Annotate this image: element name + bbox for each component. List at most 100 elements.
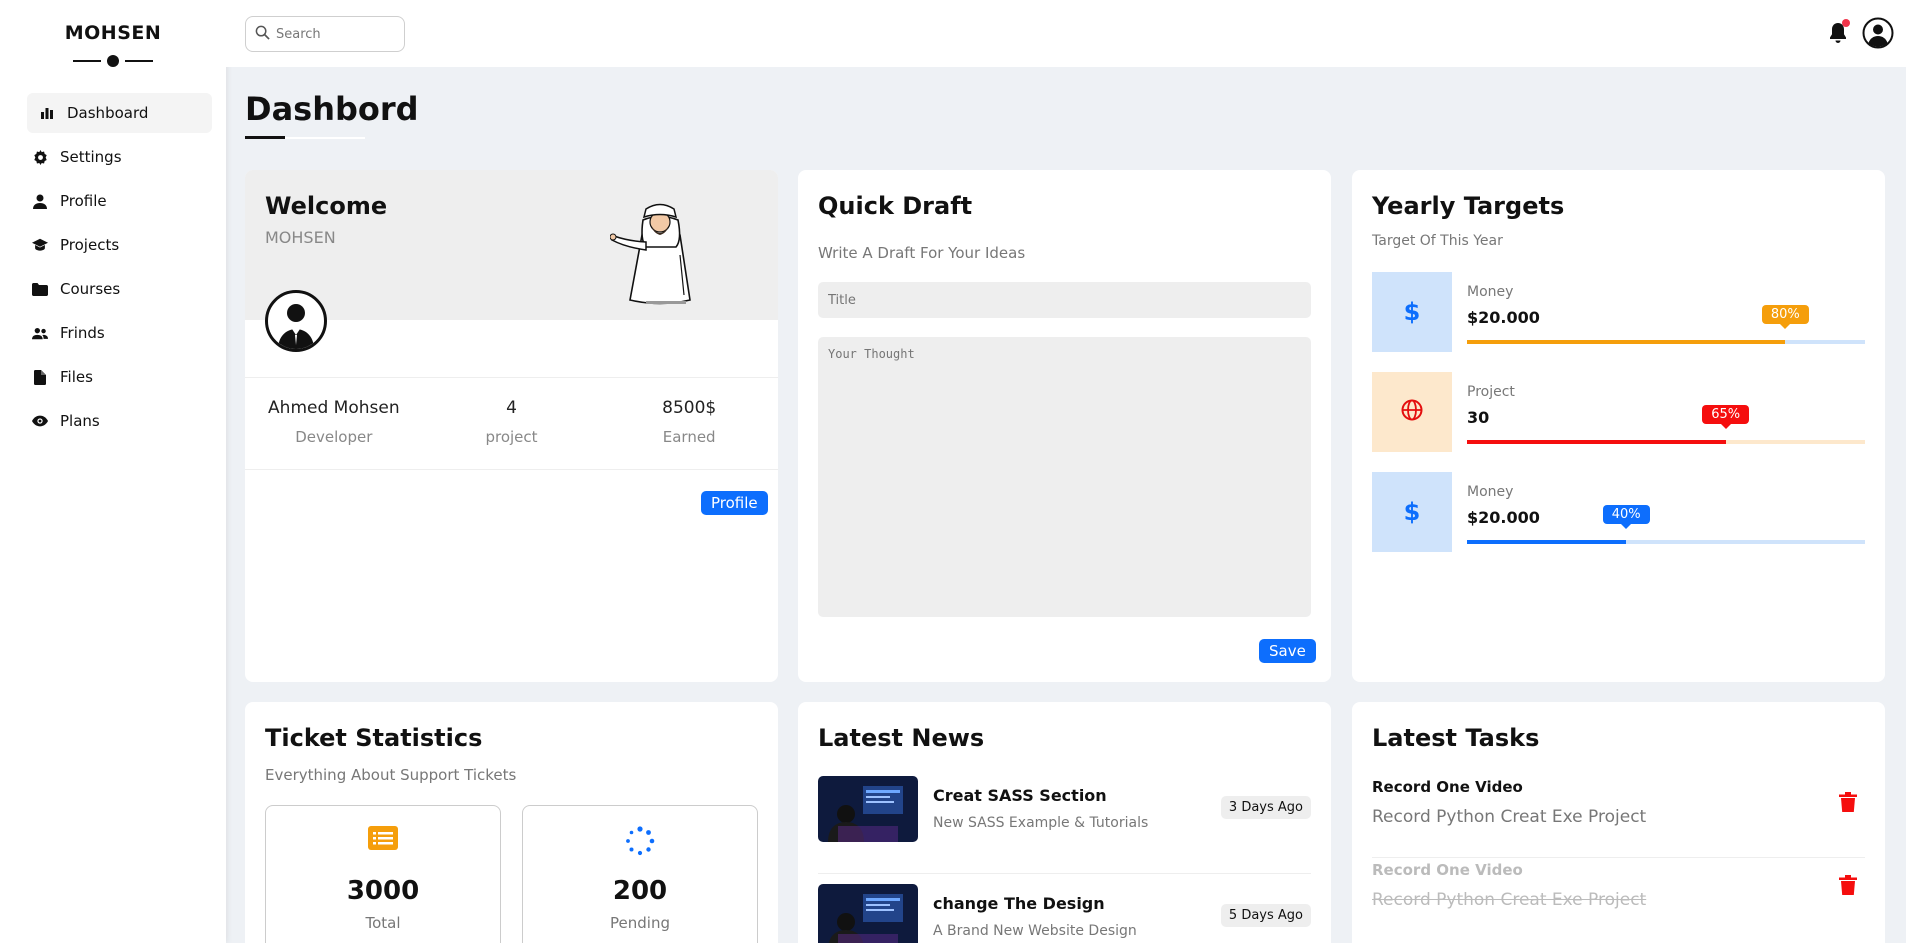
- sidebar-item-profile[interactable]: Profile: [22, 181, 212, 221]
- target-row: Project 30 65%: [1372, 372, 1865, 452]
- target-progress-fill: [1467, 440, 1726, 444]
- ticket-total-label: Total: [365, 914, 401, 932]
- target-row: $ Money $20.000 80%: [1372, 272, 1865, 352]
- trash-icon[interactable]: [1839, 792, 1857, 812]
- badge-pointer: [1621, 524, 1632, 529]
- target-progress-track: [1467, 440, 1865, 444]
- news-thumbnail: [818, 776, 918, 842]
- title-underline: [245, 136, 365, 139]
- news-item[interactable]: change The Design A Brand New Website De…: [818, 884, 1311, 943]
- stat-label: Developer: [295, 428, 373, 446]
- eye-icon: [32, 413, 48, 429]
- ticket-pending-value: 200: [612, 876, 668, 906]
- user-icon: [32, 193, 48, 209]
- stat-value: Ahmed Mohsen: [268, 398, 400, 418]
- news-thumbnail: [818, 884, 918, 943]
- sidebar-item-dashboard[interactable]: Dashboard: [27, 93, 212, 133]
- folder-icon: [32, 281, 48, 297]
- news-item-desc: New SASS Example & Tutorials: [933, 815, 1149, 831]
- search-input[interactable]: [276, 26, 396, 42]
- stat-label: Earned: [662, 428, 716, 446]
- dollar-icon: $: [1403, 298, 1421, 326]
- target-percent-badge: 40%: [1602, 505, 1650, 529]
- ticket-pending-box: 200 Pending: [522, 805, 758, 943]
- topbar: [226, 0, 1906, 67]
- sidebar-item-label: Projects: [60, 236, 120, 254]
- draft-title-input[interactable]: [818, 282, 1311, 318]
- notification-bell-icon[interactable]: [1828, 19, 1850, 44]
- news-item-title: Creat SASS Section: [933, 786, 1107, 805]
- target-value: 30: [1467, 408, 1490, 427]
- ticket-total-value: 3000: [346, 876, 420, 906]
- stat-earned: 8500$ Earned: [600, 378, 778, 469]
- task-title: Record One Video: [1372, 861, 1523, 879]
- sidebar-item-label: Courses: [60, 280, 121, 298]
- draft-thought-textarea[interactable]: [818, 337, 1311, 617]
- welcome-username: MOHSEN: [265, 228, 336, 247]
- target-label: Project: [1467, 384, 1515, 400]
- target-percent-badge: 80%: [1761, 305, 1809, 329]
- list-icon: [368, 826, 398, 856]
- target-progress-track: [1467, 340, 1865, 344]
- welcome-title: Welcome: [265, 192, 388, 220]
- chart-bar-icon: [39, 105, 55, 121]
- tickets-title: Ticket Statistics: [265, 724, 483, 752]
- welcome-card: Welcome MOHSEN Ahmed Mohsen Developer 4 …: [245, 170, 778, 682]
- target-progress-fill: [1467, 540, 1627, 544]
- sidebar-item-courses[interactable]: Courses: [22, 269, 212, 309]
- notification-dot: [1842, 19, 1850, 27]
- quick-draft-card: Quick Draft Write A Draft For Your Ideas…: [798, 170, 1331, 682]
- stat-value: 8500$: [662, 398, 717, 418]
- quick-draft-title: Quick Draft: [818, 192, 973, 220]
- globe-icon: [1401, 399, 1423, 425]
- targets-title: Yearly Targets: [1372, 192, 1565, 220]
- badge-pointer: [1720, 424, 1731, 429]
- ticket-pending-label: Pending: [610, 914, 670, 932]
- search-box[interactable]: [245, 16, 405, 52]
- stat-value: 4: [506, 398, 517, 418]
- target-progress-track: [1467, 540, 1865, 544]
- user-avatar-icon[interactable]: [1862, 17, 1894, 49]
- ticket-statistics-card: Ticket Statistics Everything About Suppo…: [245, 702, 778, 943]
- stat-projects: 4 project: [423, 378, 601, 469]
- sidebar-item-label: Settings: [60, 148, 122, 166]
- ticket-total-box: 3000 Total: [265, 805, 501, 943]
- sidebar-item-label: Profile: [60, 192, 107, 210]
- graduation-cap-icon: [32, 237, 48, 253]
- target-icon-box: $: [1372, 272, 1452, 352]
- tickets-subtitle: Everything About Support Tickets: [265, 766, 517, 784]
- target-icon-box: [1372, 372, 1452, 452]
- profile-button[interactable]: Profile: [701, 491, 768, 515]
- stat-label: project: [485, 428, 538, 446]
- spinner-icon: [625, 826, 655, 856]
- latest-news-card: Latest News Creat SASS Section New SASS …: [798, 702, 1331, 943]
- yearly-targets-card: Yearly Targets Target Of This Year $ Mon…: [1352, 170, 1885, 682]
- sidebar-item-projects[interactable]: Projects: [22, 225, 212, 265]
- sidebar-item-friends[interactable]: Frinds: [22, 313, 212, 353]
- task-item: Record One Video Record Python Creat Exe…: [1372, 776, 1865, 858]
- news-title: Latest News: [818, 724, 985, 752]
- task-desc: Record Python Creat Exe Project: [1372, 890, 1647, 910]
- sidebar-nav: Dashboard Settings Profile Projects Cour…: [0, 93, 226, 441]
- brand-name: MOHSEN: [64, 22, 162, 44]
- target-percent-badge: 65%: [1702, 405, 1750, 429]
- sidebar-item-label: Frinds: [60, 324, 105, 342]
- sidebar-item-settings[interactable]: Settings: [22, 137, 212, 177]
- latest-tasks-card: Latest Tasks Record One Video Record Pyt…: [1352, 702, 1885, 943]
- news-item[interactable]: Creat SASS Section New SASS Example & Tu…: [818, 776, 1311, 874]
- stat-name: Ahmed Mohsen Developer: [245, 378, 423, 469]
- sidebar-item-files[interactable]: Files: [22, 357, 212, 397]
- sidebar-item-label: Files: [60, 368, 93, 386]
- gear-icon: [32, 149, 48, 165]
- task-title: Record One Video: [1372, 778, 1523, 796]
- trash-icon[interactable]: [1839, 875, 1857, 895]
- welcome-illustration: [609, 195, 710, 310]
- target-label: Money: [1467, 284, 1514, 300]
- sidebar-item-plans[interactable]: Plans: [22, 401, 212, 441]
- target-progress-fill: [1467, 340, 1786, 344]
- save-button[interactable]: Save: [1259, 639, 1316, 663]
- badge-pointer: [1780, 324, 1791, 329]
- target-icon-box: $: [1372, 472, 1452, 552]
- sidebar-item-label: Dashboard: [67, 104, 149, 122]
- target-value: $20.000: [1467, 508, 1540, 527]
